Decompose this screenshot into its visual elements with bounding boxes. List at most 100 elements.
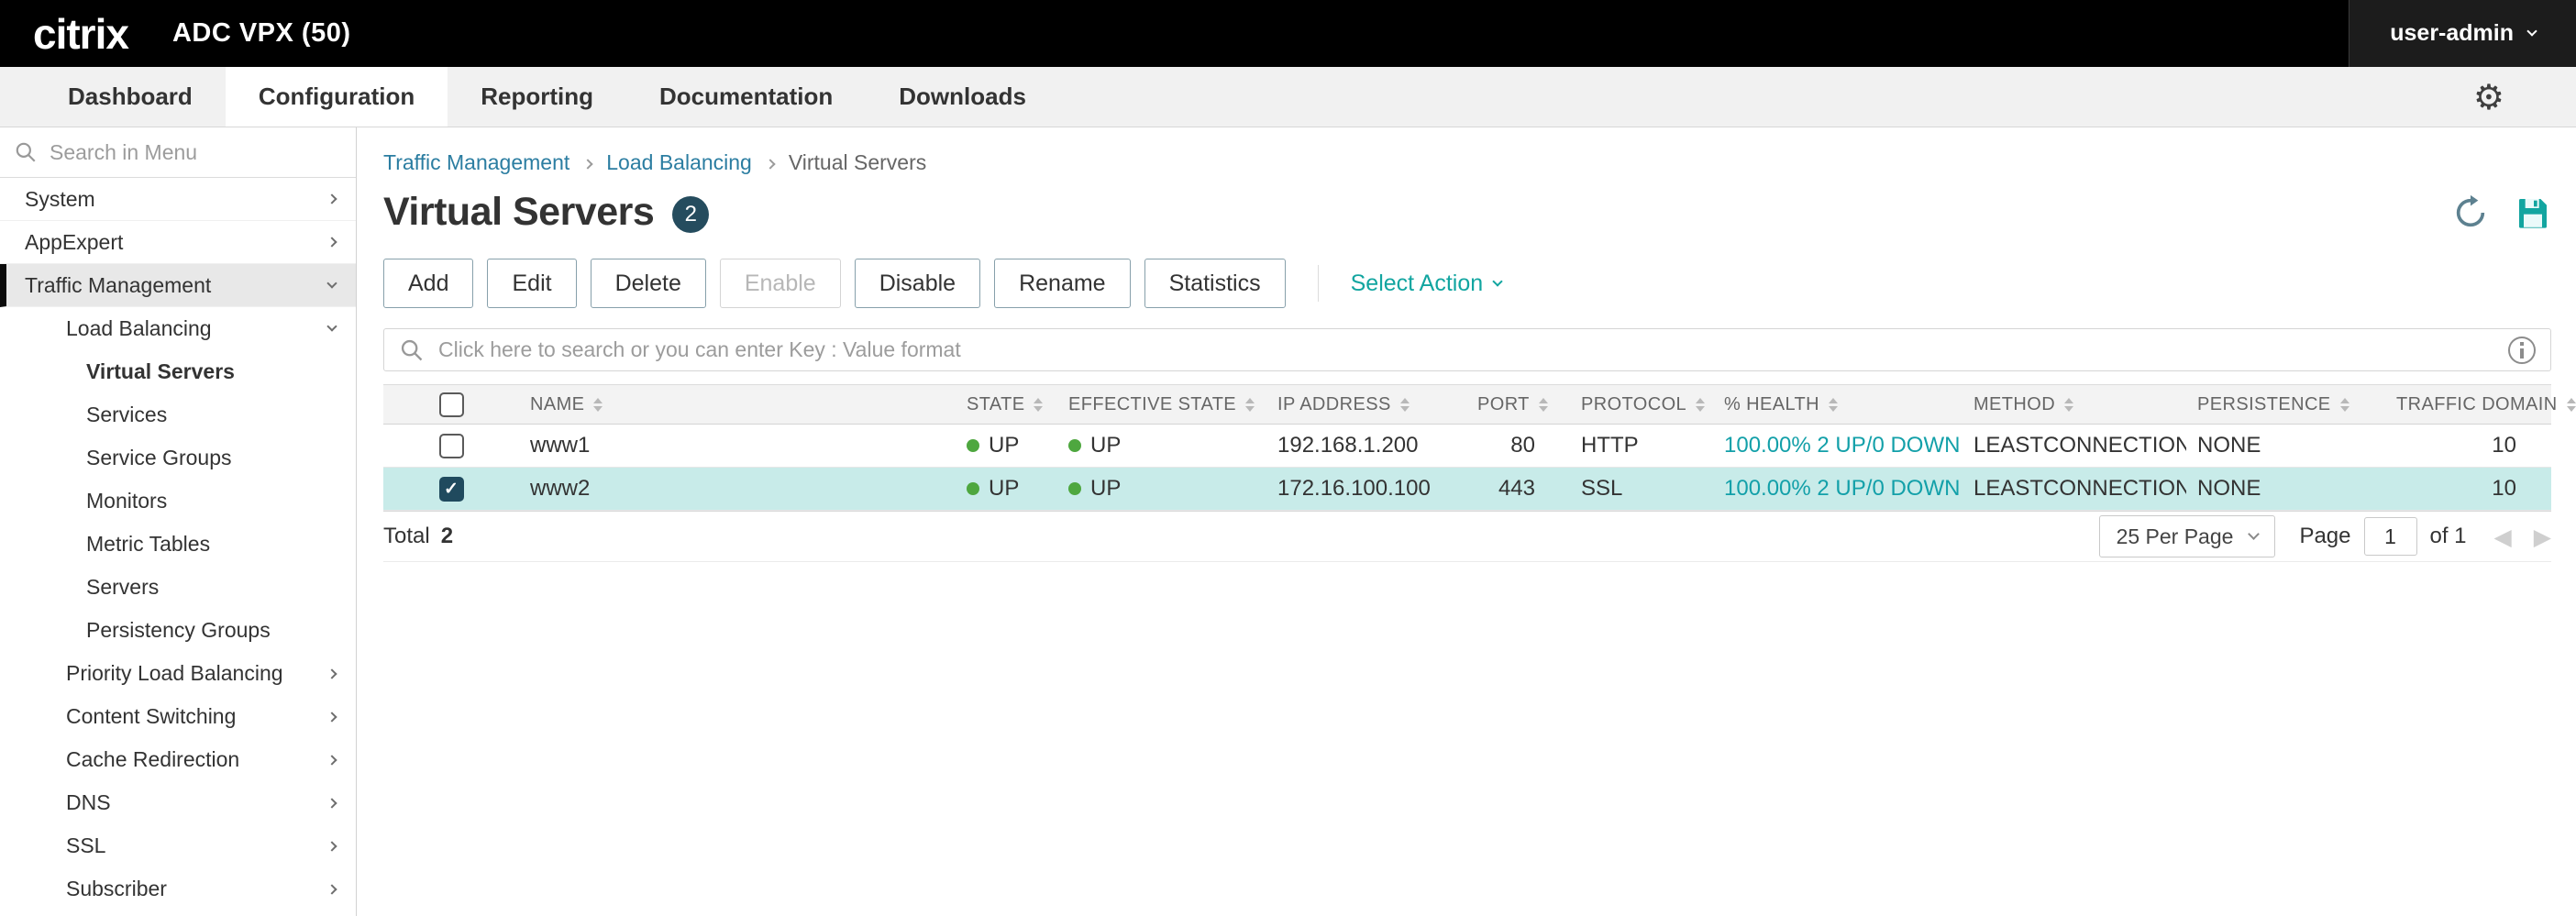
enable-button[interactable]: Enable (720, 259, 841, 308)
sort-icon (1539, 398, 1548, 412)
column-header-health[interactable]: % HEALTH (1713, 394, 1962, 415)
column-header-state[interactable]: STATE (956, 394, 1057, 415)
per-page-select[interactable]: 25 Per Page (2099, 515, 2276, 557)
chevron-right-icon (326, 841, 337, 851)
app-root: citrix ADC VPX (50) user-admin Dashboard… (0, 0, 2576, 916)
add-button[interactable]: Add (383, 259, 473, 308)
chevron-right-icon (326, 237, 337, 247)
info-icon[interactable] (2508, 337, 2536, 364)
delete-button[interactable]: Delete (591, 259, 706, 308)
column-header-protocol[interactable]: PROTOCOL (1570, 394, 1713, 415)
chevron-right-icon (326, 668, 337, 679)
sidebar-search (0, 127, 356, 178)
next-page-icon[interactable]: ▶ (2534, 524, 2551, 550)
health-link[interactable]: 100.00% 2 UP/0 DOWN (1724, 433, 1960, 458)
sidebar-item-ssl[interactable]: SSL (0, 824, 356, 867)
tab-configuration[interactable]: Configuration (226, 67, 448, 127)
status-up-dot (1068, 482, 1081, 495)
tab-reporting[interactable]: Reporting (448, 67, 626, 127)
cell-effective-state: UP (1057, 476, 1266, 502)
sort-icon (2064, 398, 2073, 412)
edit-button[interactable]: Edit (487, 259, 576, 308)
cell-ip-address: 192.168.1.200 (1266, 433, 1466, 458)
chevron-right-icon (326, 712, 337, 722)
sidebar-item-subscriber[interactable]: Subscriber (0, 867, 356, 910)
pager-arrows: ◀ ▶ (2494, 524, 2551, 550)
column-header-port[interactable]: PORT (1466, 394, 1570, 415)
sidebar-item-traffic-management[interactable]: Traffic Management (0, 264, 356, 307)
table-footer: Total 2 25 Per Page Page of 1 ◀ (383, 511, 2551, 562)
count-badge: 2 (672, 196, 709, 233)
prev-page-icon[interactable]: ◀ (2494, 524, 2512, 550)
cell-state: UP (956, 476, 1057, 502)
chevron-right-icon (326, 798, 337, 808)
save-icon[interactable] (2515, 194, 2551, 231)
chevron-down-icon (1492, 276, 1502, 286)
cell-checkbox (383, 434, 519, 458)
sort-icon (1829, 398, 1838, 412)
sort-icon (593, 398, 603, 412)
toolbar: Add Edit Delete Enable Disable Rename St… (383, 259, 2551, 308)
column-header-traffic-domain[interactable]: TRAFFIC DOMAIN (2385, 394, 2551, 415)
pagination: 25 Per Page Page of 1 ◀ ▶ (2099, 515, 2551, 557)
column-header-method[interactable]: METHOD (1962, 394, 2186, 415)
tab-documentation[interactable]: Documentation (626, 67, 866, 127)
page-label: Page (2299, 524, 2350, 549)
disable-button[interactable]: Disable (855, 259, 980, 308)
breadcrumb-link-traffic-management[interactable]: Traffic Management (383, 150, 569, 175)
sidebar-item-dns[interactable]: DNS (0, 781, 356, 824)
page-title: Virtual Servers (383, 190, 654, 235)
rename-button[interactable]: Rename (994, 259, 1131, 308)
sidebar-item-virtual-servers[interactable]: Virtual Servers (0, 350, 356, 393)
sidebar-item-persistency-groups[interactable]: Persistency Groups (0, 609, 356, 652)
breadcrumb: Traffic Management Load Balancing Virtua… (383, 150, 2551, 175)
breadcrumb-link-load-balancing[interactable]: Load Balancing (606, 150, 752, 175)
page-number-input[interactable] (2364, 517, 2417, 556)
select-all-checkbox[interactable] (439, 392, 464, 417)
sidebar-item-cache-redirection[interactable]: Cache Redirection (0, 738, 356, 781)
row-checkbox[interactable] (439, 477, 464, 502)
search-icon (399, 337, 425, 363)
cell-checkbox (383, 477, 519, 502)
main-layout: System AppExpert Traffic Management Load… (0, 127, 2576, 916)
status-up-dot (967, 439, 979, 452)
page-of-label: of 1 (2430, 524, 2467, 549)
sidebar-item-load-balancing[interactable]: Load Balancing (0, 307, 356, 350)
statistics-button[interactable]: Statistics (1144, 259, 1286, 308)
sort-icon (1034, 398, 1043, 412)
sidebar-item-metric-tables[interactable]: Metric Tables (0, 523, 356, 566)
chevron-down-icon (2249, 528, 2261, 540)
sidebar-item-priority-load-balancing[interactable]: Priority Load Balancing (0, 652, 356, 695)
sidebar-item-monitors[interactable]: Monitors (0, 480, 356, 523)
chevron-right-icon (326, 193, 337, 204)
select-action-dropdown[interactable]: Select Action (1351, 270, 1502, 297)
column-header-persistence[interactable]: PERSISTENCE (2186, 394, 2385, 415)
table-row[interactable]: www2 UP UP 172.16.100.100 443 SSL 100.00… (383, 468, 2551, 511)
column-header-effective-state[interactable]: EFFECTIVE STATE (1057, 394, 1266, 415)
cell-method: LEASTCONNECTION (1962, 433, 2186, 458)
column-header-name[interactable]: NAME (519, 394, 956, 415)
sidebar-item-system[interactable]: System (0, 178, 356, 221)
status-up-dot (967, 482, 979, 495)
tab-dashboard[interactable]: Dashboard (35, 67, 226, 127)
refresh-icon[interactable] (2452, 194, 2489, 231)
filter-search-input[interactable] (438, 337, 2494, 362)
chevron-right-icon (326, 884, 337, 894)
tab-downloads[interactable]: Downloads (866, 67, 1059, 127)
sort-icon (1245, 398, 1255, 412)
table-row[interactable]: www1 UP UP 192.168.1.200 80 HTTP 100.00%… (383, 425, 2551, 468)
column-header-ip-address[interactable]: IP ADDRESS (1266, 394, 1466, 415)
sidebar-item-servers[interactable]: Servers (0, 566, 356, 609)
health-link[interactable]: 100.00% 2 UP/0 DOWN (1724, 476, 1960, 502)
sort-icon (1400, 398, 1410, 412)
sidebar-item-service-groups[interactable]: Service Groups (0, 436, 356, 480)
row-checkbox[interactable] (439, 434, 464, 458)
sidebar-item-content-switching[interactable]: Content Switching (0, 695, 356, 738)
sidebar-item-services[interactable]: Services (0, 393, 356, 436)
cell-health: 100.00% 2 UP/0 DOWN (1713, 476, 1962, 502)
user-menu[interactable]: user-admin (2349, 0, 2576, 67)
sidebar-item-appexpert[interactable]: AppExpert (0, 221, 356, 264)
gear-icon[interactable]: ⚙ (2473, 80, 2504, 115)
menu-search-input[interactable] (50, 140, 341, 165)
cell-persistence: NONE (2186, 433, 2385, 458)
